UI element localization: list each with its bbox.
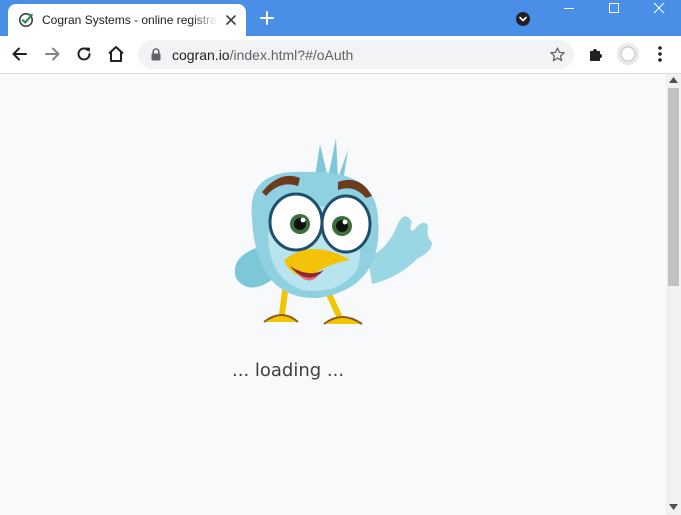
url-host: cogran.io [172, 47, 230, 63]
scroll-down-arrow-icon[interactable] [669, 504, 678, 510]
tab-search-icon[interactable] [515, 11, 531, 27]
tab-active[interactable]: Cogran Systems - online registration [8, 4, 246, 36]
url-path: /index.html?#/oAuth [229, 47, 354, 63]
plus-icon[interactable] [258, 9, 276, 27]
minimize-icon[interactable] [546, 0, 592, 20]
page-content: ... loading ... [0, 74, 666, 515]
reload-icon[interactable] [74, 44, 94, 64]
kebab-menu-icon[interactable] [653, 45, 667, 63]
close-icon[interactable] [224, 13, 238, 27]
close-window-icon[interactable] [636, 0, 681, 20]
scroll-up-arrow-icon[interactable] [669, 77, 678, 83]
scrollbar-thumb[interactable] [668, 88, 679, 286]
url-text[interactable]: cogran.io/index.html?#/oAuth [172, 46, 353, 64]
tab-strip: Cogran Systems - online registration [0, 0, 681, 36]
browser-toolbar: cogran.io/index.html?#/oAuth [0, 36, 681, 74]
profile-avatar[interactable] [617, 43, 639, 65]
vertical-scrollbar[interactable] [666, 74, 681, 515]
puzzle-icon[interactable] [587, 45, 605, 63]
arrow-left-icon[interactable] [10, 44, 30, 64]
check-circle-icon [18, 12, 34, 28]
home-icon[interactable] [106, 44, 126, 64]
tab-title: Cogran Systems - online registration [42, 13, 218, 27]
mascot-bird-image [228, 138, 436, 338]
lock-icon[interactable] [150, 48, 162, 61]
star-icon[interactable] [549, 46, 566, 63]
address-bar[interactable]: cogran.io/index.html?#/oAuth [138, 40, 574, 69]
maximize-icon[interactable] [591, 0, 637, 20]
arrow-right-icon[interactable] [42, 44, 62, 64]
loading-text: ... loading ... [232, 360, 345, 381]
